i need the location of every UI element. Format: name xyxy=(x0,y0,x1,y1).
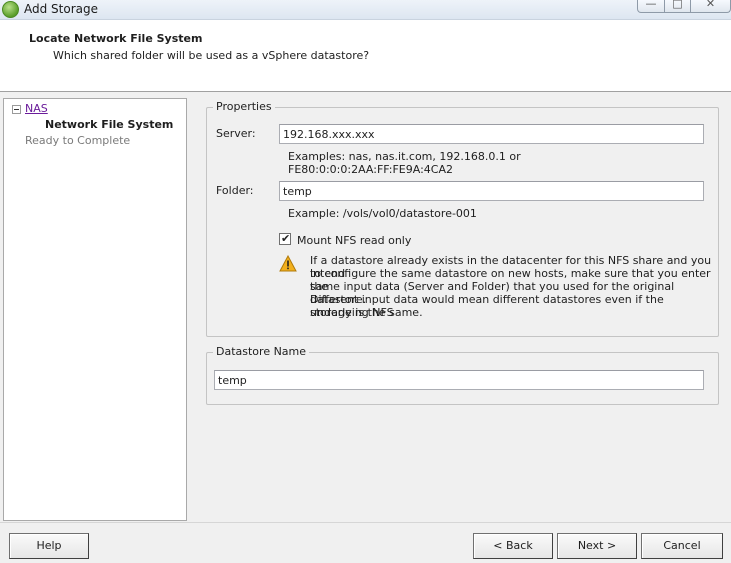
page-title: Locate Network File System xyxy=(29,32,203,45)
window-title: Add Storage xyxy=(24,2,98,16)
title-bar: Add Storage — □ ✕ xyxy=(0,0,731,20)
server-hint-line-2: FE80:0:0:0:2AA:FF:FE9A:4CA2 xyxy=(288,163,453,176)
folder-label: Folder: xyxy=(216,184,254,197)
minimize-button[interactable]: — xyxy=(637,0,665,13)
cancel-button[interactable]: Cancel xyxy=(641,533,723,559)
wizard-header: Locate Network File System Which shared … xyxy=(0,20,731,92)
check-icon: ✔ xyxy=(281,232,291,245)
maximize-button[interactable]: □ xyxy=(664,0,691,13)
step-nas-link[interactable]: NAS xyxy=(25,102,48,115)
folder-hint: Example: /vols/vol0/datastore-001 xyxy=(288,207,477,220)
back-button[interactable]: < Back xyxy=(473,533,553,559)
folder-input[interactable] xyxy=(279,181,704,201)
warning-icon xyxy=(279,255,297,272)
vsphere-icon xyxy=(2,1,19,18)
datastore-name-group: Datastore Name xyxy=(206,345,719,405)
next-button[interactable]: Next > xyxy=(557,533,637,559)
warning-text-line-5: storage is the same. xyxy=(310,306,423,319)
server-hint-line-1: Examples: nas, nas.it.com, 192.168.0.1 o… xyxy=(288,150,521,163)
server-label: Server: xyxy=(216,127,256,140)
minimize-icon: — xyxy=(645,0,657,10)
step-network-file-system: Network File System xyxy=(45,118,174,131)
step-ready-to-complete: Ready to Complete xyxy=(25,134,131,147)
mount-readonly-label[interactable]: Mount NFS read only xyxy=(297,234,411,247)
wizard-steps-panel: NAS Network File System Ready to Complet… xyxy=(3,98,187,521)
collapse-icon[interactable] xyxy=(12,105,21,114)
datastore-name-input[interactable] xyxy=(214,370,704,390)
mount-readonly-checkbox[interactable]: ✔ xyxy=(279,232,291,245)
help-button[interactable]: Help xyxy=(9,533,89,559)
button-bar: Help < Back Next > Cancel xyxy=(0,522,731,563)
page-subtitle: Which shared folder will be used as a vS… xyxy=(53,49,370,62)
close-button[interactable]: ✕ xyxy=(690,0,731,13)
properties-legend: Properties xyxy=(213,100,275,113)
server-input[interactable] xyxy=(279,124,704,144)
close-icon: ✕ xyxy=(705,0,716,10)
properties-group: Properties Server: Examples: nas, nas.it… xyxy=(206,100,719,337)
maximize-icon: □ xyxy=(672,0,683,10)
datastore-name-legend: Datastore Name xyxy=(213,345,310,358)
